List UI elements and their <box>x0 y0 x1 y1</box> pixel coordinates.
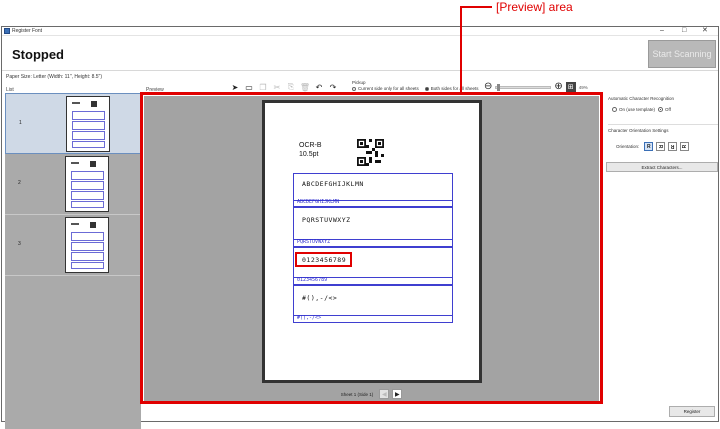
callout-line <box>460 6 462 94</box>
acr-on-label: On (use template) <box>619 107 656 112</box>
start-scanning-button[interactable]: Start Scanning <box>648 40 716 68</box>
sheet-thumbnail <box>65 217 109 273</box>
title-bar: Register Font – □ ✕ <box>2 27 718 36</box>
close-button[interactable]: ✕ <box>702 27 708 35</box>
app-icon <box>4 28 10 34</box>
paste-icon[interactable]: ⎘ <box>286 82 296 92</box>
radio-off-icon <box>612 107 617 112</box>
qr-code-icon <box>91 101 97 107</box>
radio-off-icon <box>352 87 356 91</box>
orientation-270-button[interactable]: R <box>680 142 690 151</box>
cut-icon[interactable]: ✂ <box>272 82 282 92</box>
preview-area-highlight <box>140 92 603 404</box>
zoom-percent: 49% <box>578 84 588 90</box>
status-text: Stopped <box>12 47 64 62</box>
settings-panel: Automatic Character Recognition On (use … <box>606 96 718 172</box>
sheet-number: 2 <box>18 180 21 186</box>
zoom-controls: ⊖ ⊕ ⊞ 49% <box>484 82 588 92</box>
divider <box>2 70 718 71</box>
rotate-left-icon[interactable]: ↶ <box>314 82 324 92</box>
zoom-slider[interactable] <box>495 83 552 91</box>
sheet-list-item[interactable]: 3 <box>5 215 141 276</box>
qr-code-icon <box>90 222 96 228</box>
rotate-right-icon[interactable]: ↷ <box>328 82 338 92</box>
register-button[interactable]: Register <box>669 406 715 417</box>
acr-off-radio[interactable]: Off <box>658 107 671 112</box>
maximize-button[interactable]: □ <box>682 27 686 35</box>
sheet-thumbnail <box>66 96 110 152</box>
rectangle-select-icon[interactable]: ▭ <box>244 82 254 92</box>
minimize-button[interactable]: – <box>660 27 664 35</box>
fit-to-window-icon[interactable]: ⊞ <box>565 82 576 92</box>
sheet-number: 1 <box>19 120 22 126</box>
acr-on-radio[interactable]: On (use template) <box>612 107 655 112</box>
zoom-in-icon[interactable]: ⊕ <box>554 82 562 92</box>
callout-text: [Preview] area <box>496 0 573 14</box>
sheet-list-item[interactable]: 2 <box>5 154 141 215</box>
zoom-slider-thumb[interactable] <box>497 83 501 91</box>
preview-area-callout: [Preview] area <box>460 0 596 14</box>
extract-characters-button[interactable]: Extract Characters... <box>606 162 718 172</box>
acr-off-label: Off <box>665 107 671 112</box>
qr-code-icon <box>90 161 96 167</box>
window-title: Register Font <box>12 28 43 34</box>
sheet-list-item[interactable]: 1 <box>5 93 141 154</box>
copy-icon[interactable]: ❐ <box>258 82 268 92</box>
acr-title: Automatic Character Recognition <box>608 96 675 101</box>
zoom-out-icon[interactable]: ⊖ <box>484 82 492 92</box>
orientation-180-button[interactable]: R <box>668 142 678 151</box>
sheet-list[interactable]: 1 2 3 <box>5 93 141 429</box>
radio-on-icon <box>424 87 429 91</box>
paper-size-label: Paper Size: Letter (Width: 11", Height: … <box>6 74 103 80</box>
select-pointer-icon[interactable]: ➤ <box>230 82 240 92</box>
delete-icon[interactable]: 🗑 <box>300 82 310 92</box>
orientation-0-button[interactable]: R <box>644 142 654 151</box>
sheet-thumbnail <box>65 156 109 212</box>
radio-on-icon <box>658 107 663 112</box>
orientation-title: Character Orientation Settings <box>608 128 669 133</box>
orientation-label: Orientation: <box>616 144 640 149</box>
sheet-number: 3 <box>18 241 21 247</box>
orientation-group: Orientation: R R R R <box>608 142 690 151</box>
orientation-90-button[interactable]: R <box>656 142 666 151</box>
